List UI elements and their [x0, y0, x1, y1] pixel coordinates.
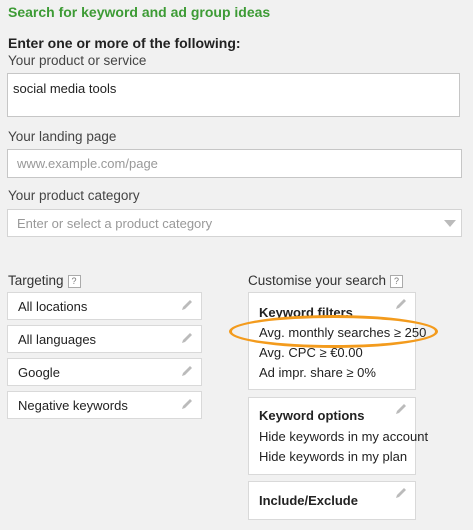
option-hide-plan-keywords: Hide keywords in my plan [259, 449, 408, 464]
customise-heading: Customise your search? [248, 273, 404, 288]
product-label: Your product or service [8, 53, 147, 68]
filter-avg-monthly-searches: Avg. monthly searches ≥ 250 [259, 325, 427, 340]
product-category-placeholder: Enter or select a product category [17, 216, 213, 231]
keyword-options-title: Keyword options [259, 408, 365, 423]
landing-page-input[interactable]: www.example.com/page [7, 149, 462, 178]
product-category-select[interactable]: Enter or select a product category [7, 209, 462, 237]
instructions-heading: Enter one or more of the following: [8, 35, 241, 51]
pencil-icon[interactable] [180, 397, 194, 411]
pencil-icon[interactable] [180, 298, 194, 312]
keyword-filters-title: Keyword filters [259, 305, 353, 320]
pencil-icon[interactable] [394, 402, 408, 416]
pencil-icon[interactable] [180, 331, 194, 345]
include-exclude-box[interactable]: Include/Exclude [248, 481, 416, 520]
targeting-item-languages[interactable]: All languages [7, 325, 202, 353]
help-icon[interactable]: ? [390, 275, 404, 288]
targeting-heading: Targeting? [8, 273, 81, 288]
option-hide-account-keywords: Hide keywords in my account [259, 429, 429, 444]
pencil-icon[interactable] [180, 364, 194, 378]
targeting-item-label: All languages [18, 332, 97, 347]
targeting-item-label: Negative keywords [18, 398, 128, 413]
product-service-textarea[interactable]: social media tools [7, 73, 460, 117]
include-exclude-title: Include/Exclude [259, 493, 358, 508]
landing-page-label: Your landing page [8, 129, 117, 144]
pencil-icon[interactable] [394, 297, 408, 311]
targeting-item-negative-keywords[interactable]: Negative keywords [7, 391, 202, 419]
targeting-heading-label: Targeting [8, 273, 64, 288]
keyword-filters-box[interactable]: Keyword filters Avg. monthly searches ≥ … [248, 292, 426, 390]
product-category-label: Your product category [8, 188, 140, 203]
pencil-icon[interactable] [394, 486, 408, 500]
caret-down-icon[interactable] [444, 220, 456, 227]
section-title: Search for keyword and ad group ideas [8, 4, 271, 20]
filter-avg-cpc: Avg. CPC ≥ €0.00 [259, 345, 363, 360]
targeting-item-locations[interactable]: All locations [7, 292, 202, 320]
targeting-item-network[interactable]: Google [7, 358, 202, 386]
targeting-item-label: All locations [18, 299, 88, 314]
customise-heading-label: Customise your search [248, 273, 387, 288]
targeting-item-label: Google [18, 365, 60, 380]
filter-ad-impression-share: Ad impr. share ≥ 0% [259, 365, 376, 380]
keyword-options-box[interactable]: Keyword options Hide keywords in my acco… [248, 397, 428, 475]
help-icon[interactable]: ? [67, 275, 81, 288]
